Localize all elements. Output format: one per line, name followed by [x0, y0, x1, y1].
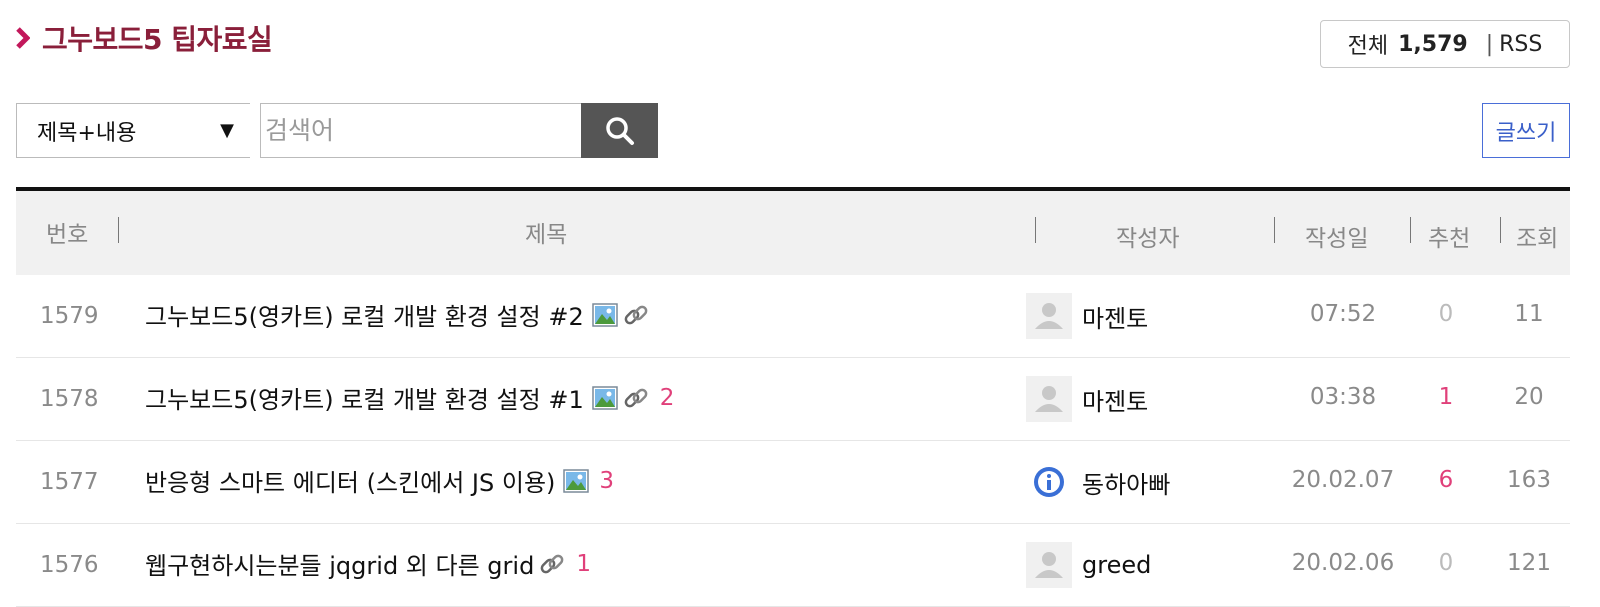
post-subject: 그누보드5(영카트) 로컬 개발 환경 설정 #2	[145, 303, 584, 331]
post-subject: 그누보드5(영카트) 로컬 개발 환경 설정 #1	[145, 386, 584, 414]
recommend-count: 6	[1438, 467, 1454, 493]
post-subject-link[interactable]: 반응형 스마트 에디터 (스킨에서 JS 이용) 3	[145, 463, 614, 498]
link-icon	[540, 554, 564, 573]
post-date: 03:38	[1309, 384, 1377, 410]
post-subject: 반응형 스마트 에디터 (스킨에서 JS 이용)	[145, 469, 556, 497]
board-header: 그누보드5 팁자료실 전체 1,579 | RSS	[0, 0, 1600, 90]
post-subject-link[interactable]: 그누보드5(영카트) 로컬 개발 환경 설정 #2	[145, 297, 650, 332]
default-avatar-icon	[1026, 293, 1072, 339]
comment-count[interactable]: 3	[599, 468, 614, 494]
recommend-count: 0	[1438, 301, 1454, 327]
rss-link[interactable]: RSS	[1499, 32, 1542, 57]
title-chevron-icon	[16, 27, 30, 49]
row-number: 1578	[40, 386, 99, 412]
row-number: 1576	[40, 552, 99, 578]
view-count: 163	[1507, 467, 1551, 493]
avatar	[1026, 376, 1072, 422]
post-author[interactable]: 동하아빠	[1026, 459, 1170, 505]
view-count: 11	[1514, 301, 1544, 327]
search-field-select[interactable]: 제목+내용 ▼	[16, 103, 250, 158]
post-list: 번호 제목 작성자 작성일 추천 조회 1579 그누보드5(영카트) 로컬 개발…	[16, 187, 1570, 607]
col-views: 조회	[1516, 226, 1559, 252]
col-num: 번호	[46, 222, 89, 248]
row-number: 1579	[40, 303, 99, 329]
table-row: 1577 반응형 스마트 에디터 (스킨에서 JS 이용) 3 동하아빠 20.02.0…	[16, 441, 1570, 524]
avatar	[1026, 293, 1072, 339]
post-subject: 웹구현하시는분들 jqgrid 외 다른 grid	[145, 552, 535, 580]
author-name: 마젠토	[1082, 304, 1149, 333]
view-count: 20	[1514, 384, 1544, 410]
recommend-count: 0	[1438, 550, 1454, 576]
total-count: 1,579	[1398, 31, 1468, 57]
avatar	[1026, 459, 1072, 505]
table-row: 1579 그누보드5(영카트) 로컬 개발 환경 설정 #2 마젠토 07:52 0 11	[16, 275, 1570, 358]
post-date: 07:52	[1309, 301, 1377, 327]
list-header: 번호 제목 작성자 작성일 추천 조회	[16, 187, 1570, 275]
info-avatar-icon	[1034, 467, 1064, 497]
comment-count[interactable]: 2	[660, 385, 675, 411]
default-avatar-icon	[1026, 542, 1072, 588]
col-subject: 제목	[525, 222, 568, 248]
row-number: 1577	[40, 469, 99, 495]
search-button[interactable]	[581, 103, 658, 158]
post-author[interactable]: 마젠토	[1026, 376, 1148, 422]
author-name: 마젠토	[1082, 387, 1149, 416]
total-count-box: 전체 1,579 | RSS	[1320, 20, 1570, 68]
board-title-text: 그누보드5 팁자료실	[42, 23, 273, 56]
col-date: 작성일	[1305, 226, 1369, 252]
search-icon	[605, 116, 634, 145]
post-author[interactable]: greed	[1026, 542, 1151, 588]
image-icon	[591, 385, 618, 410]
post-author[interactable]: 마젠토	[1026, 293, 1148, 339]
table-row: 1578 그누보드5(영카트) 로컬 개발 환경 설정 #1 2 마젠토 03:38 1 2…	[16, 358, 1570, 441]
search-field-value: 제목+내용	[37, 120, 137, 146]
write-button[interactable]: 글쓰기	[1482, 103, 1570, 158]
board-title: 그누보드5 팁자료실	[16, 18, 273, 58]
image-icon	[563, 468, 590, 493]
image-icon	[591, 302, 618, 327]
table-row: 1576 웹구현하시는분들 jqgrid 외 다른 grid 1 greed 20.02…	[16, 524, 1570, 607]
total-label: 전체	[1347, 34, 1389, 59]
post-subject-link[interactable]: 웹구현하시는분들 jqgrid 외 다른 grid 1	[145, 546, 591, 581]
avatar	[1026, 542, 1072, 588]
default-avatar-icon	[1026, 376, 1072, 422]
post-date: 20.02.06	[1291, 550, 1395, 576]
view-count: 121	[1507, 550, 1551, 576]
recommend-count: 1	[1438, 384, 1454, 410]
link-icon	[624, 388, 648, 407]
author-name: greed	[1082, 551, 1152, 579]
col-author: 작성자	[1116, 226, 1180, 252]
col-recommend: 추천	[1428, 226, 1471, 252]
post-date: 20.02.07	[1291, 467, 1395, 493]
post-subject-link[interactable]: 그누보드5(영카트) 로컬 개발 환경 설정 #1 2	[145, 380, 674, 415]
dropdown-arrow-icon: ▼	[220, 120, 234, 141]
link-icon	[624, 305, 648, 324]
search-bar: 제목+내용 ▼	[16, 103, 658, 158]
list-body: 1579 그누보드5(영카트) 로컬 개발 환경 설정 #2 마젠토 07:52 0 11…	[16, 275, 1570, 607]
separator: |	[1485, 31, 1494, 57]
author-name: 동하아빠	[1082, 470, 1171, 499]
comment-count[interactable]: 1	[576, 551, 591, 577]
search-input[interactable]	[260, 103, 581, 158]
